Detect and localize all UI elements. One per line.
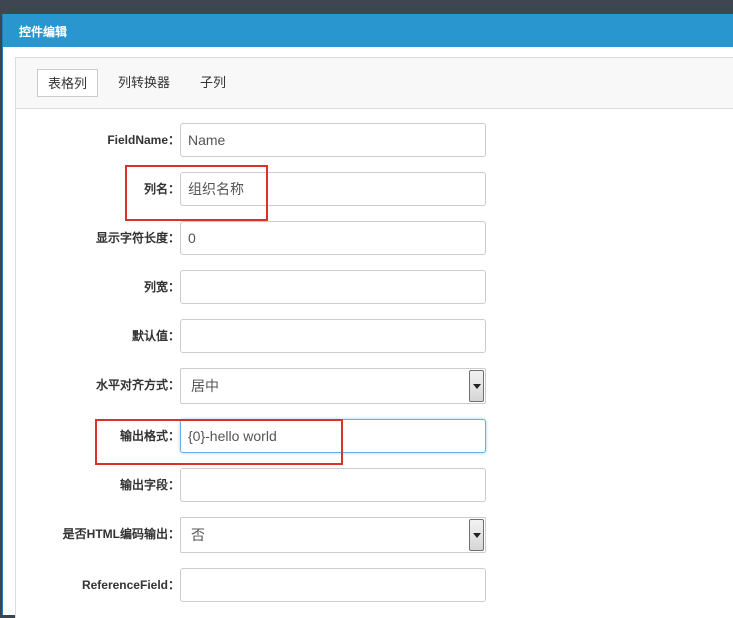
form-row-display-length: 显示字符长度： bbox=[16, 221, 733, 255]
horizontal-align-label: 水平对齐方式： bbox=[95, 378, 180, 392]
dropdown-arrow-icon[interactable] bbox=[469, 370, 484, 402]
tab-sub-column[interactable]: 子列 bbox=[200, 69, 226, 97]
fieldname-input[interactable] bbox=[180, 123, 486, 157]
column-width-label: 列宽： bbox=[143, 280, 180, 294]
output-field-label: 输出字段： bbox=[119, 478, 180, 492]
form-row-reference-field: ReferenceField： bbox=[16, 568, 733, 602]
display-length-label: 显示字符长度： bbox=[95, 231, 180, 245]
html-encode-select[interactable]: 否 bbox=[180, 517, 486, 553]
default-value-label: 默认值： bbox=[131, 329, 180, 343]
form-row-column-name: 列名： bbox=[16, 172, 733, 206]
form-row-horizontal-align: 水平对齐方式： 居中 bbox=[16, 368, 733, 404]
form-row-output-field: 输出字段： bbox=[16, 468, 733, 502]
edit-panel: 表格列 列转换器 子列 FieldName： 列名： 显示字符长度： 列宽 bbox=[15, 57, 733, 618]
tab-bar: 表格列 列转换器 子列 bbox=[16, 58, 733, 109]
reference-field-input[interactable] bbox=[180, 568, 486, 602]
form-row-output-format: 输出格式： bbox=[16, 419, 733, 453]
dropdown-arrow-icon[interactable] bbox=[469, 519, 484, 551]
output-format-label: 输出格式： bbox=[119, 429, 180, 443]
tab-table-column[interactable]: 表格列 bbox=[37, 69, 99, 97]
control-edit-dialog: 控件编辑 表格列 列转换器 子列 FieldName： 列名： 显示字符长度： bbox=[2, 14, 733, 618]
horizontal-align-select[interactable]: 居中 bbox=[180, 368, 486, 404]
form-row-column-width: 列宽： bbox=[16, 270, 733, 304]
display-length-input[interactable] bbox=[180, 221, 486, 255]
form-row-fieldname: FieldName： bbox=[16, 123, 733, 157]
fieldname-label: FieldName： bbox=[107, 133, 180, 147]
default-value-input[interactable] bbox=[180, 319, 486, 353]
form-row-default-value: 默认值： bbox=[16, 319, 733, 353]
column-name-input[interactable] bbox=[180, 172, 486, 206]
dialog-body: 表格列 列转换器 子列 FieldName： 列名： 显示字符长度： 列宽 bbox=[3, 47, 733, 618]
top-strip bbox=[0, 0, 733, 14]
horizontal-align-value: 居中 bbox=[191, 378, 219, 394]
html-encode-value: 否 bbox=[191, 527, 205, 543]
column-name-label: 列名： bbox=[143, 182, 180, 196]
dialog-title: 控件编辑 bbox=[19, 25, 68, 39]
form-row-html-encode: 是否HTML编码输出： 否 bbox=[16, 517, 733, 553]
reference-field-label: ReferenceField： bbox=[81, 578, 180, 592]
column-width-input[interactable] bbox=[180, 270, 486, 304]
html-encode-label: 是否HTML编码输出： bbox=[62, 527, 180, 541]
tab-column-converter[interactable]: 列转换器 bbox=[118, 69, 170, 97]
output-format-input[interactable] bbox=[180, 419, 486, 453]
output-field-input[interactable] bbox=[180, 468, 486, 502]
dialog-header: 控件编辑 bbox=[3, 14, 733, 47]
